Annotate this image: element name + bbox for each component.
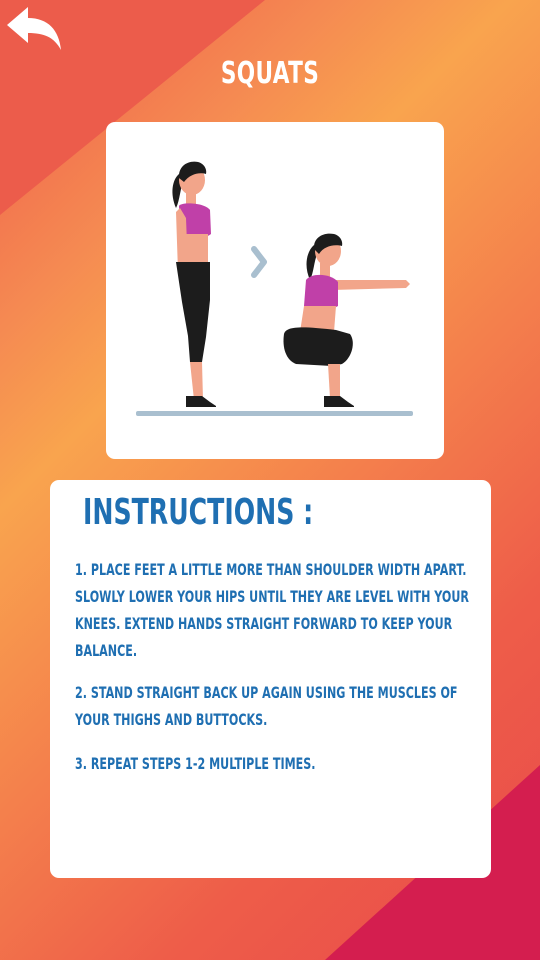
instruction-step-1: 1. PLACE FEET A LITTLE MORE THAN SHOULDE… — [75, 560, 469, 660]
back-button[interactable] — [4, 4, 66, 54]
exercise-image-card — [106, 122, 444, 459]
back-arrow-icon — [7, 7, 61, 50]
instructions-heading: INSTRUCTIONS : — [83, 492, 314, 533]
instruction-step-3: 3. REPEAT STEPS 1-2 MULTIPLE TIMES. — [75, 754, 316, 773]
squatting-figure — [283, 233, 410, 410]
instruction-step-2: 2. STAND STRAIGHT BACK UP AGAIN USING TH… — [75, 683, 458, 729]
squat-exercise-illustration — [136, 161, 413, 416]
chevron-right-icon — [251, 246, 267, 278]
page-title: SQUATS — [220, 56, 320, 91]
standing-figure — [172, 161, 216, 410]
floor-line — [136, 411, 413, 416]
instructions-card: INSTRUCTIONS : 1. PLACE FEET A LITTLE MO… — [50, 480, 491, 878]
